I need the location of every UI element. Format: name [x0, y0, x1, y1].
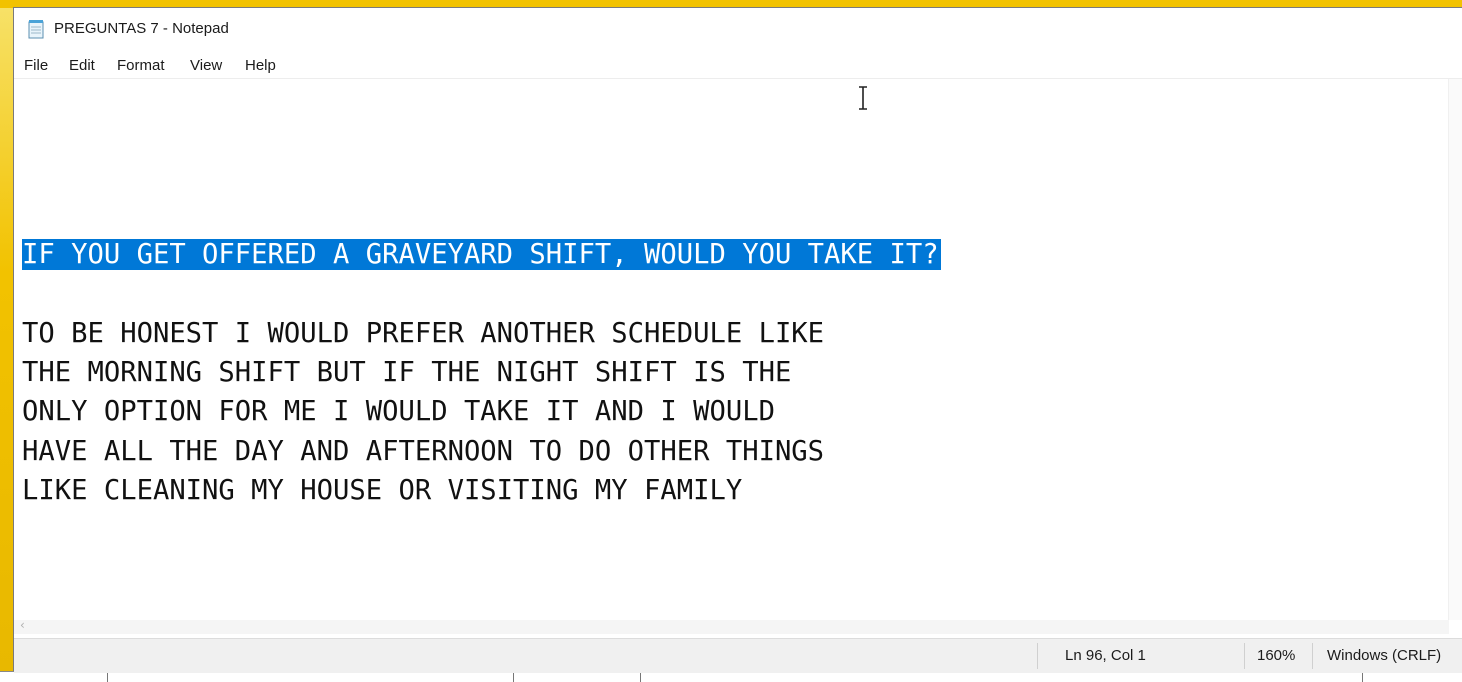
editor-line: ONLY OPTION FOR ME I WOULD TAKE IT AND I…: [22, 396, 775, 427]
notepad-window: PREGUNTAS 7 - Notepad File Edit Format V…: [13, 7, 1462, 673]
selected-text[interactable]: IF YOU GET OFFERED A GRAVEYARD SHIFT, WO…: [22, 239, 941, 270]
scroll-left-arrow-icon[interactable]: ‹: [20, 618, 25, 632]
horizontal-scrollbar[interactable]: ‹: [14, 618, 1449, 634]
notepad-icon: [28, 20, 44, 39]
menu-view[interactable]: View: [190, 55, 222, 76]
desktop-background: [0, 0, 14, 681]
menu-bar: File Edit Format View Help: [14, 52, 1462, 79]
editor-line: TO BE HONEST I WOULD PREFER ANOTHER SCHE…: [22, 318, 825, 349]
menu-file[interactable]: File: [24, 55, 48, 76]
title-bar[interactable]: PREGUNTAS 7 - Notepad: [14, 8, 1462, 48]
menu-format[interactable]: Format: [117, 55, 165, 76]
window-title: PREGUNTAS 7 - Notepad: [54, 20, 229, 37]
vertical-scrollbar[interactable]: [1448, 79, 1462, 620]
status-divider: [1037, 643, 1038, 669]
editor-line: LIKE CLEANING MY HOUSE OR VISITING MY FA…: [22, 475, 743, 506]
menu-help[interactable]: Help: [245, 55, 276, 76]
text-cursor-icon: [859, 86, 867, 110]
editor-line-selected: IF YOU GET OFFERED A GRAVEYARD SHIFT, WO…: [22, 237, 941, 273]
status-zoom: 160%: [1257, 647, 1296, 664]
status-cursor-position: Ln 96, Col 1: [1065, 647, 1146, 664]
status-divider: [1244, 643, 1245, 669]
menu-edit[interactable]: Edit: [69, 55, 95, 76]
text-editor[interactable]: IF YOU GET OFFERED A GRAVEYARD SHIFT, WO…: [14, 79, 1449, 620]
status-line-endings: Windows (CRLF): [1327, 647, 1442, 664]
status-divider: [1312, 643, 1313, 669]
editor-line: THE MORNING SHIFT BUT IF THE NIGHT SHIFT…: [22, 357, 792, 388]
status-bar: Ln 96, Col 1 160% Windows (CRLF): [14, 638, 1462, 673]
editor-line: HAVE ALL THE DAY AND AFTERNOON TO DO OTH…: [22, 436, 825, 467]
